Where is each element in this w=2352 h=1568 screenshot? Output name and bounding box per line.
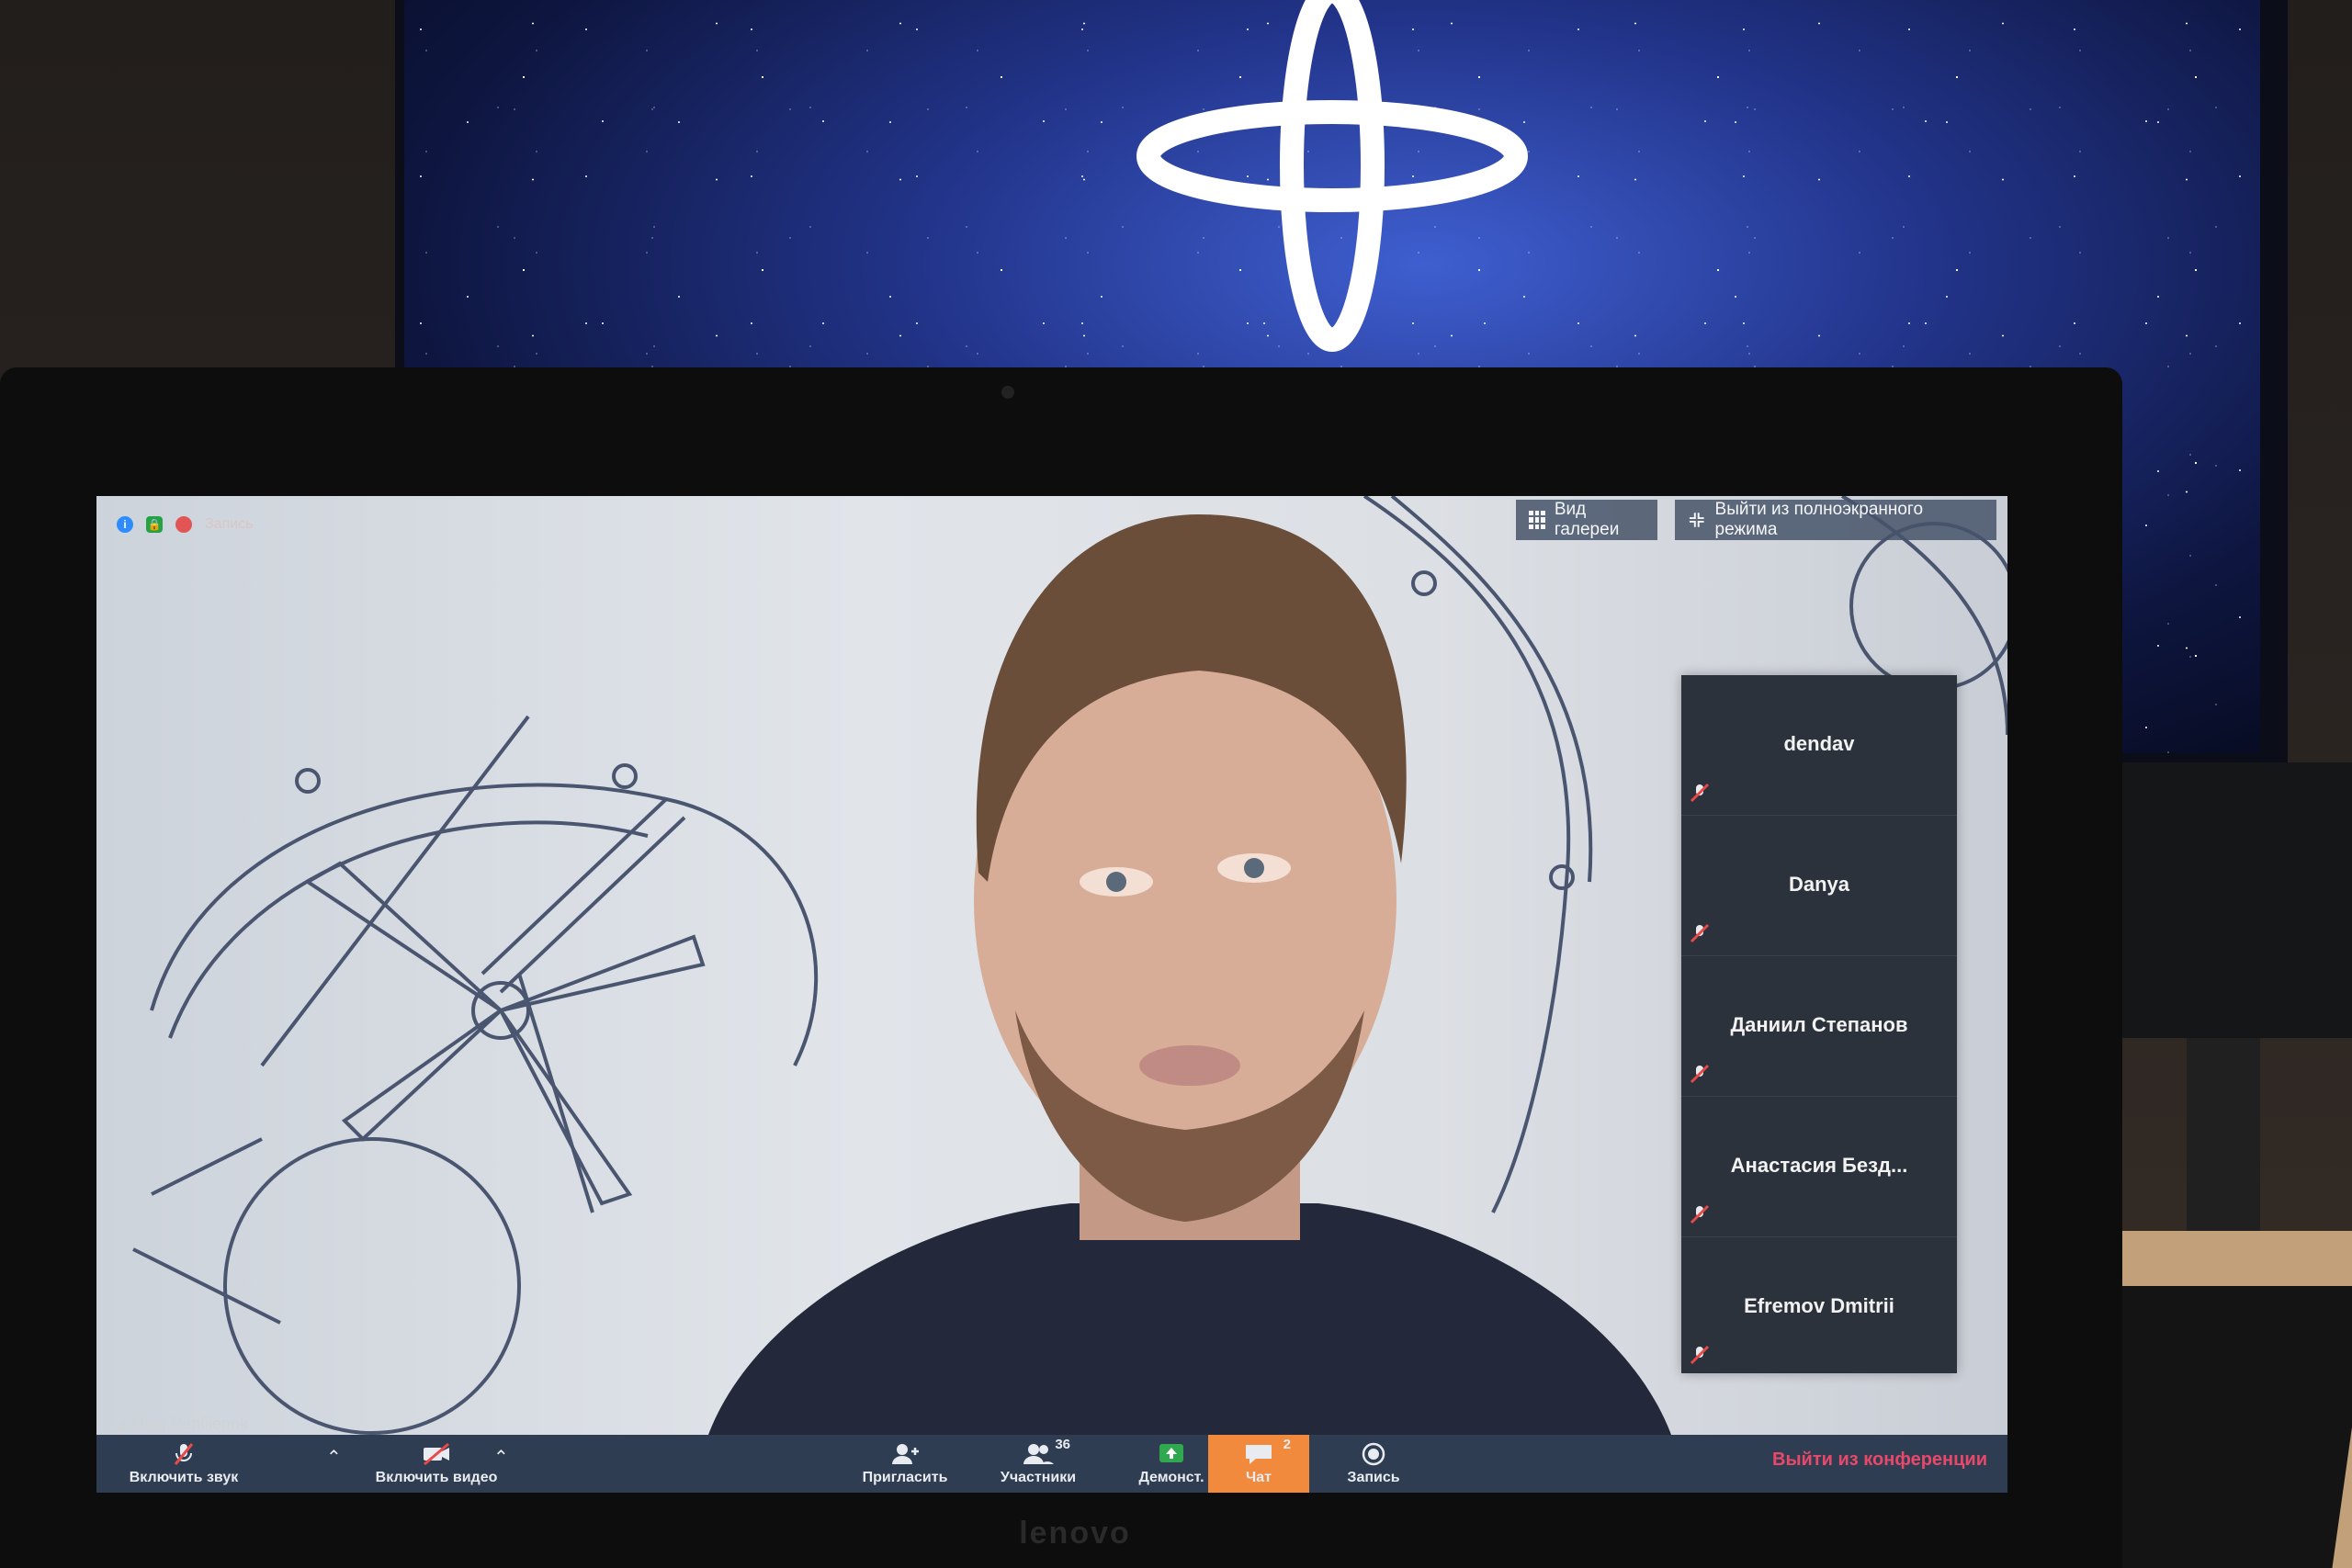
- chat-icon: [1246, 1444, 1272, 1464]
- chat-label: Чат: [1246, 1469, 1272, 1485]
- chat-icon-wrap: 2: [1243, 1437, 1291, 1466]
- participant-name: dendav: [1783, 732, 1855, 755]
- participants-icon-wrap: 36: [1023, 1437, 1070, 1466]
- participant-tile[interactable]: Даниил Степанов: [1681, 956, 1957, 1097]
- mic-muted-icon: [1690, 923, 1710, 943]
- record-icon: [1362, 1442, 1385, 1465]
- mic-muted-icon: [1690, 1064, 1710, 1084]
- mic-muted-icon: [1690, 1204, 1710, 1224]
- video-off-icon: [424, 1442, 449, 1465]
- users-icon: [1023, 1443, 1054, 1464]
- grid-icon: [1529, 511, 1545, 529]
- participant-tile[interactable]: Efremov Dmitrii: [1681, 1237, 1957, 1377]
- audio-options-chevron-icon[interactable]: ⌃: [326, 1446, 342, 1469]
- participant-name: Анастасия Безд...: [1730, 1154, 1908, 1177]
- cross-orbit-logo: [1136, 0, 1528, 352]
- video-conference-window: i 🔒 Запись Вид галереи Выйти из полноэкр…: [96, 496, 2007, 1493]
- record-label: Запись: [1347, 1469, 1400, 1485]
- gallery-view-label: Вид галереи: [1554, 500, 1620, 539]
- active-speaker-label: Oleg Panfilenok: [113, 1415, 248, 1434]
- laptop-camera: [1001, 386, 1014, 399]
- exit-fullscreen-button[interactable]: Выйти из полноэкранного режима: [1675, 500, 1996, 540]
- meeting-toolbar: Включить звук ⌃ Включить видео ⌃ Приглас…: [96, 1435, 2007, 1493]
- meeting-status: i 🔒 Запись: [117, 516, 254, 533]
- add-user-icon: [892, 1443, 919, 1464]
- unmute-label: Включить звук: [129, 1469, 239, 1485]
- participants-label: Участники: [1000, 1469, 1077, 1485]
- signal-icon: [113, 1417, 126, 1431]
- share-screen-label: Демонст.: [1138, 1469, 1204, 1485]
- exit-fullscreen-icon: [1689, 513, 1704, 527]
- mic-muted-icon: [1690, 783, 1710, 803]
- video-options-chevron-icon[interactable]: ⌃: [493, 1446, 509, 1469]
- record-button[interactable]: Запись: [1323, 1435, 1424, 1493]
- record-status-label: Запись: [205, 516, 254, 532]
- exit-fullscreen-label: Выйти из полноэкранного режима: [1714, 500, 1924, 539]
- participants-button[interactable]: 36 Участники: [974, 1435, 1102, 1493]
- share-screen-icon: [1159, 1443, 1183, 1462]
- start-video-label: Включить видео: [375, 1469, 498, 1485]
- laptop-brand-label: lenovo: [1019, 1516, 1131, 1551]
- info-icon[interactable]: i: [117, 516, 133, 533]
- monitor-bezel: [2086, 762, 2352, 1038]
- leave-meeting-button[interactable]: Выйти из конференции: [1772, 1450, 1987, 1471]
- lock-icon[interactable]: 🔒: [146, 516, 163, 533]
- chat-count: 2: [1283, 1436, 1291, 1452]
- participant-name: Efremov Dmitrii: [1744, 1294, 1894, 1317]
- chat-button[interactable]: 2 Чат: [1208, 1435, 1309, 1493]
- invite-button[interactable]: Пригласить: [850, 1435, 960, 1493]
- active-speaker-name: Oleg Panfilenok: [131, 1415, 249, 1433]
- mic-muted-icon: [174, 1442, 194, 1465]
- participant-panel: dendav Danya Даниил Степанов Анастасия Б…: [1681, 675, 1957, 1373]
- mic-muted-icon: [1690, 1345, 1710, 1365]
- record-icon: [175, 516, 192, 533]
- invite-label: Пригласить: [862, 1469, 948, 1485]
- participant-name: Danya: [1788, 873, 1850, 896]
- gallery-view-button[interactable]: Вид галереи: [1516, 500, 1657, 540]
- participant-tile[interactable]: Danya: [1681, 816, 1957, 956]
- participant-tile[interactable]: Анастасия Безд...: [1681, 1097, 1957, 1237]
- participant-name: Даниил Степанов: [1730, 1013, 1908, 1036]
- participant-tile[interactable]: dendav: [1681, 675, 1957, 816]
- photo-scene: lenovo i 🔒 Запись Вид галереи Выйти из п…: [0, 0, 2352, 1568]
- participants-count: 36: [1055, 1436, 1070, 1452]
- unmute-button[interactable]: Включить звук: [115, 1435, 253, 1493]
- speaker-video: [703, 514, 1677, 1451]
